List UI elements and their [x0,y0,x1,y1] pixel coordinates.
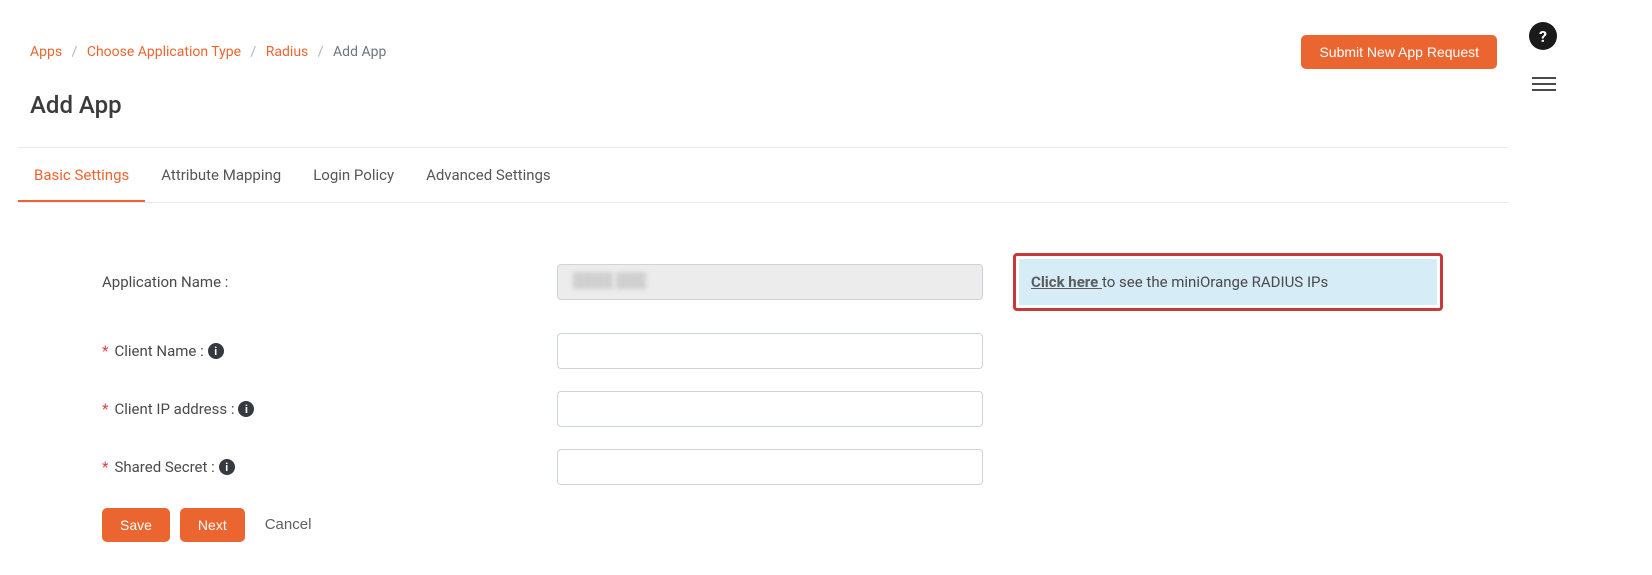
submit-new-app-button[interactable]: Submit New App Request [1301,35,1497,69]
breadcrumb-sep: / [251,44,257,60]
breadcrumb-radius[interactable]: Radius [266,44,309,60]
tabs: Basic Settings Attribute Mapping Login P… [18,148,1509,203]
breadcrumb-current: Add App [333,44,386,60]
required-marker: * [102,458,108,476]
cancel-button[interactable]: Cancel [255,507,322,542]
info-icon[interactable]: i [238,401,254,417]
breadcrumb-apps[interactable]: Apps [30,44,62,60]
help-icon[interactable]: ? [1529,22,1557,50]
label-client-name: Client Name : [114,342,203,360]
tab-attribute-mapping[interactable]: Attribute Mapping [145,148,297,202]
info-icon[interactable]: i [219,459,235,475]
tab-basic-settings[interactable]: Basic Settings [18,148,145,202]
required-marker: * [102,342,108,360]
help-glyph: ? [1539,27,1547,46]
client-ip-input[interactable] [557,391,983,427]
page-title: Add App [12,79,1515,147]
label-shared-secret: Shared Secret : [114,458,214,476]
tab-advanced-settings[interactable]: Advanced Settings [410,148,567,202]
save-button[interactable]: Save [102,508,170,542]
required-marker: * [102,400,108,418]
next-button[interactable]: Next [180,508,245,542]
breadcrumb: Apps / Choose Application Type / Radius … [30,44,386,60]
label-client-ip: Client IP address : [114,400,234,418]
hamburger-icon[interactable] [1532,72,1556,96]
breadcrumb-sep: / [72,44,78,60]
click-here-link[interactable]: Click here [1031,273,1102,291]
label-application-name: Application Name : [102,273,228,291]
tab-login-policy[interactable]: Login Policy [297,148,410,202]
shared-secret-input[interactable] [557,449,983,485]
breadcrumb-choose-type[interactable]: Choose Application Type [87,44,241,60]
breadcrumb-sep: / [318,44,324,60]
callout-text: to see the miniOrange RADIUS IPs [1102,273,1328,291]
info-icon[interactable]: i [208,343,224,359]
application-name-redacted: ████ ███ [573,272,646,289]
client-name-input[interactable] [557,333,983,369]
radius-ips-callout: Click here to see the miniOrange RADIUS … [1013,253,1443,311]
